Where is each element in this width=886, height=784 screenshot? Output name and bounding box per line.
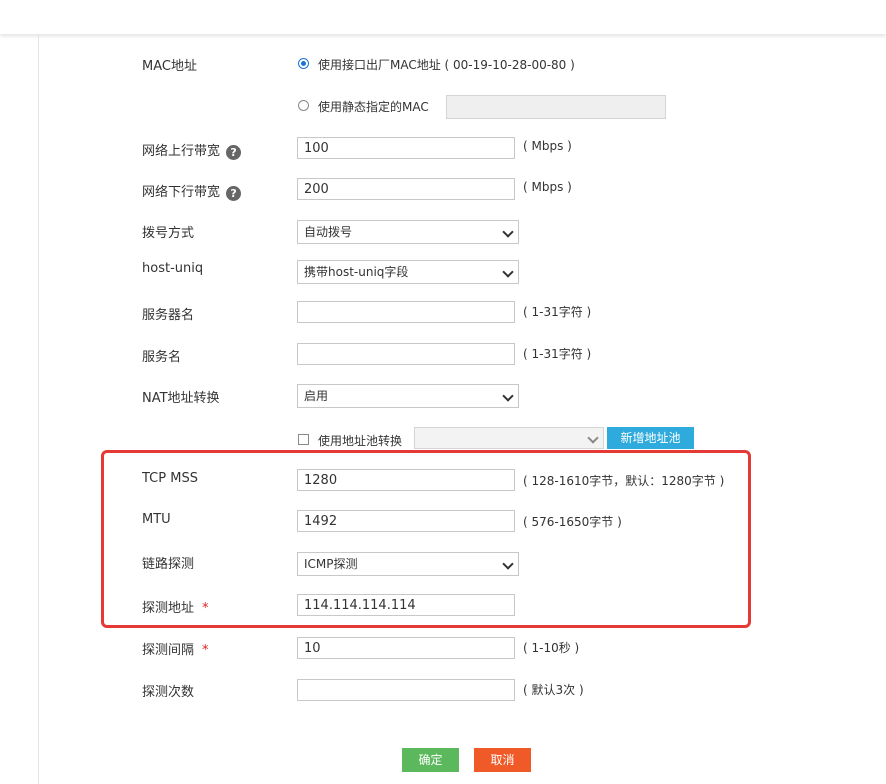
host-uniq-label: host-uniq	[142, 261, 204, 276]
server-name-input[interactable]	[297, 301, 515, 323]
chevron-down-icon	[587, 432, 599, 444]
sidebar-divider	[38, 34, 39, 784]
host-uniq-value: 携带host-uniq字段	[304, 265, 409, 279]
cancel-button[interactable]: 取消	[474, 748, 531, 772]
upstream-bandwidth-label: 网络上行带宽?	[142, 140, 242, 160]
address-pool-checkbox[interactable]	[298, 434, 309, 445]
required-mark: *	[202, 643, 209, 658]
mac-interface-radio[interactable]	[298, 58, 309, 69]
tcp-mss-input[interactable]: 1280	[297, 469, 515, 491]
link-detect-label: 链路探测	[142, 557, 195, 572]
downstream-unit: ( Mbps )	[523, 180, 572, 194]
detect-interval-input[interactable]: 10	[297, 637, 515, 659]
upstream-unit: ( Mbps )	[523, 139, 572, 153]
downstream-bandwidth-label: 网络下行带宽?	[142, 181, 242, 201]
detect-address-input[interactable]: 114.114.114.114	[297, 594, 515, 616]
mac-label: MAC地址	[142, 59, 197, 74]
detect-interval-hint: ( 1-10秒 )	[523, 641, 580, 655]
detect-count-label: 探测次数	[142, 685, 195, 700]
detect-count-input[interactable]	[297, 679, 515, 701]
mtu-label: MTU	[142, 512, 171, 527]
detect-address-label: 探测地址 *	[142, 601, 209, 616]
mtu-hint: ( 576-1650字节 )	[523, 515, 622, 529]
service-name-input[interactable]	[297, 343, 515, 365]
top-bar	[0, 0, 886, 34]
address-pool-checkbox-label: 使用地址池转换	[318, 434, 403, 448]
dial-mode-select[interactable]: 自动拨号	[297, 220, 519, 244]
required-mark: *	[202, 601, 209, 616]
chevron-down-icon	[502, 558, 514, 570]
chevron-down-icon	[502, 390, 514, 402]
add-address-pool-button[interactable]: 新增地址池	[607, 427, 694, 449]
address-pool-select[interactable]	[414, 427, 604, 449]
nat-select[interactable]: 启用	[297, 384, 519, 408]
dial-mode-label: 拨号方式	[142, 226, 195, 241]
upstream-bandwidth-input[interactable]: 100	[297, 137, 515, 159]
mac-static-option: 使用静态指定的MAC	[318, 100, 429, 114]
detect-interval-label: 探测间隔 *	[142, 643, 209, 658]
static-mac-input[interactable]	[446, 95, 666, 119]
nat-value: 启用	[304, 389, 329, 403]
detect-count-hint: ( 默认3次 )	[523, 683, 584, 697]
link-detect-value: ICMP探测	[304, 557, 358, 571]
tcp-mss-label: TCP MSS	[142, 471, 198, 486]
chevron-down-icon	[502, 226, 514, 238]
mac-static-radio[interactable]	[298, 100, 309, 111]
tcp-mss-hint: ( 128-1610字节，默认：1280字节 )	[523, 474, 725, 488]
service-name-hint: ( 1-31字符 )	[523, 347, 592, 361]
nat-label: NAT地址转换	[142, 391, 220, 406]
question-circle-icon[interactable]: ?	[226, 145, 242, 160]
server-name-hint: ( 1-31字符 )	[523, 305, 592, 319]
downstream-bandwidth-input[interactable]: 200	[297, 178, 515, 200]
mtu-input[interactable]: 1492	[297, 510, 515, 532]
server-name-label: 服务器名	[142, 308, 195, 323]
service-name-label: 服务名	[142, 350, 182, 365]
chevron-down-icon	[502, 266, 514, 278]
dial-mode-value: 自动拨号	[304, 225, 353, 239]
question-circle-icon[interactable]: ?	[226, 186, 242, 201]
host-uniq-select[interactable]: 携带host-uniq字段	[297, 260, 519, 284]
link-detect-select[interactable]: ICMP探测	[297, 552, 519, 576]
mac-interface-option: 使用接口出厂MAC地址 ( 00-19-10-28-00-80 )	[318, 58, 575, 72]
confirm-button[interactable]: 确定	[402, 748, 459, 772]
